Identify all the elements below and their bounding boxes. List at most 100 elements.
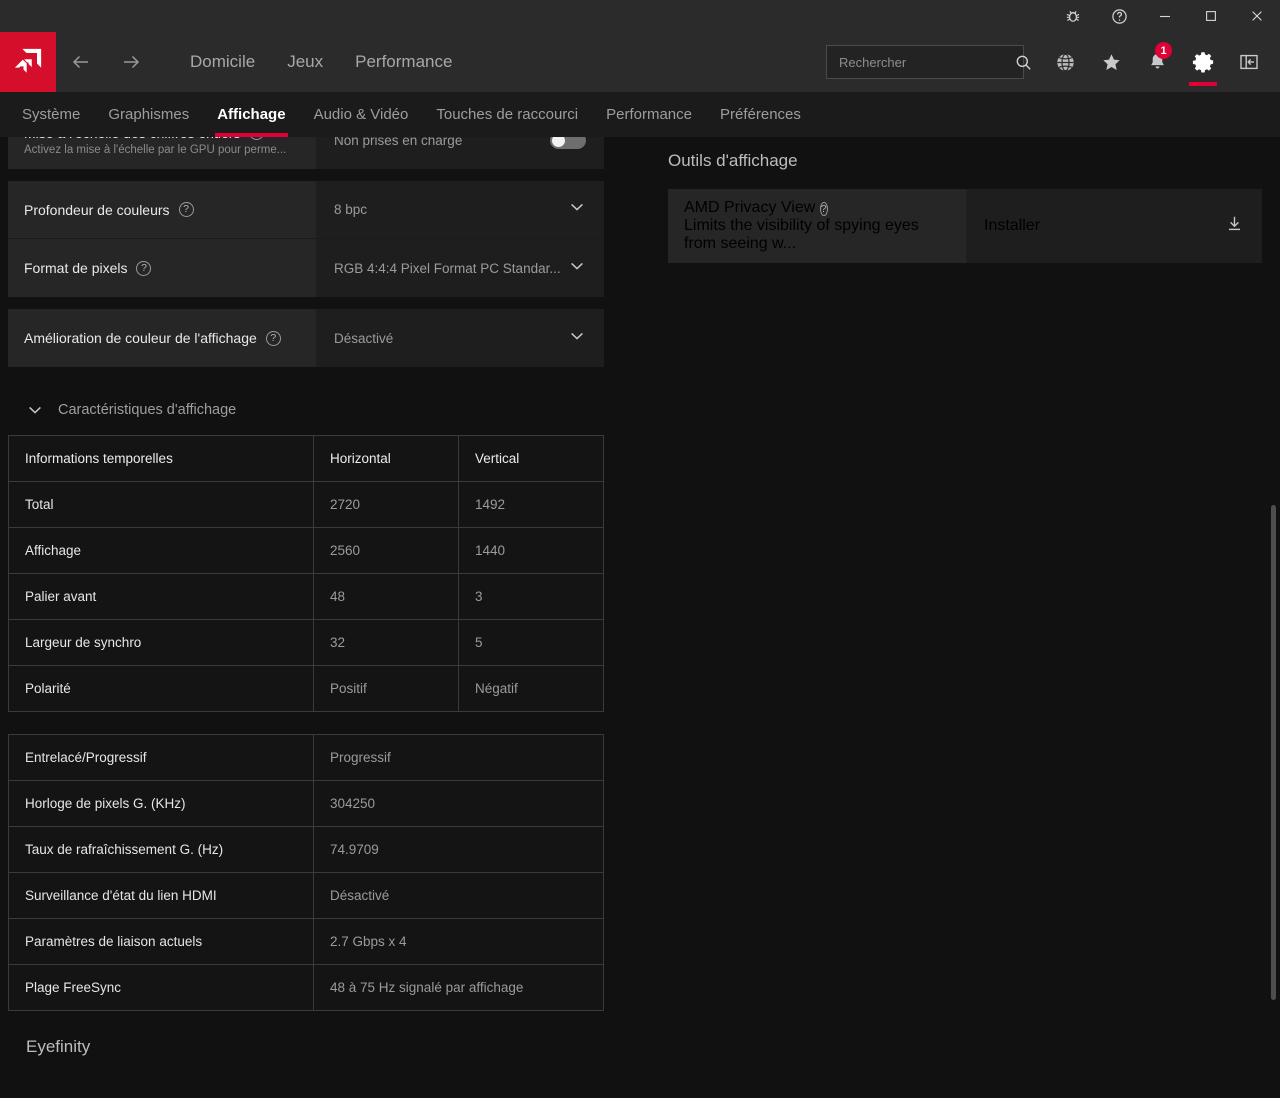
row-label: Polarité bbox=[8, 665, 314, 712]
app-header-actions: 1 bbox=[826, 32, 1280, 92]
right-settings-column: Outils d'affichage AMD Privacy View ? Li… bbox=[668, 137, 1262, 263]
help-icon[interactable]: ? bbox=[819, 202, 828, 216]
table-header-row: Informations temporelles Horizontal Vert… bbox=[8, 435, 604, 482]
tab-audio-video[interactable]: Audio & Vidéo bbox=[300, 92, 423, 137]
row-value: 48 à 75 Hz signalé par affichage bbox=[313, 964, 604, 1011]
help-icon[interactable] bbox=[1096, 0, 1142, 32]
integer-scaling-value: Non prises en charge bbox=[334, 137, 463, 148]
label-line: Mise à l'échelle des chiffres entiers ? bbox=[24, 137, 302, 141]
row-horizontal: 32 bbox=[313, 619, 459, 666]
help-icon[interactable]: ? bbox=[249, 137, 265, 140]
chevron-down-icon[interactable] bbox=[26, 401, 44, 419]
table-row: Paramètres de liaison actuels 2.7 Gbps x… bbox=[8, 918, 604, 965]
integer-scaling-label: Mise à l'échelle des chiffres entiers bbox=[24, 137, 240, 141]
tab-display[interactable]: Affichage bbox=[203, 92, 299, 137]
chevron-down-icon[interactable] bbox=[568, 327, 586, 350]
row-label: Affichage bbox=[8, 527, 314, 574]
table-row: Taux de rafraîchissement G. (Hz) 74.9709 bbox=[8, 826, 604, 873]
color-enhancement-row[interactable]: Amélioration de couleur de l'affichage ?… bbox=[8, 309, 604, 367]
row-horizontal: 48 bbox=[313, 573, 459, 620]
timing-information-table: Informations temporelles Horizontal Vert… bbox=[8, 435, 604, 712]
tab-system[interactable]: Système bbox=[8, 92, 94, 137]
chevron-down-icon[interactable] bbox=[568, 198, 586, 221]
search-input[interactable] bbox=[839, 54, 1015, 70]
settings-content: Mise à l'échelle des chiffres entiers ? … bbox=[0, 137, 1280, 1098]
eyefinity-section-title: Eyefinity bbox=[26, 1037, 91, 1056]
row-value: 74.9709 bbox=[313, 826, 604, 873]
row-label: Plage FreeSync bbox=[8, 964, 314, 1011]
table-row: Surveillance d'état du lien HDMI Désacti… bbox=[8, 872, 604, 919]
color-settings-card: Profondeur de couleurs ? 8 bpc Format de… bbox=[8, 181, 604, 297]
help-icon[interactable]: ? bbox=[178, 202, 194, 217]
integer-scaling-toggle[interactable] bbox=[550, 137, 586, 149]
search-box[interactable] bbox=[826, 45, 1031, 79]
integer-scaling-value-cell[interactable]: Non prises en charge bbox=[316, 137, 604, 169]
privacy-view-description: Limits the visibility of spying eyes fro… bbox=[684, 217, 919, 252]
content-scrollbar-thumb[interactable] bbox=[1271, 505, 1276, 1000]
tab-performance[interactable]: Performance bbox=[592, 92, 706, 137]
row-horizontal: 2720 bbox=[313, 481, 459, 528]
display-details-table: Entrelacé/Progressif Progressif Horloge … bbox=[8, 734, 604, 1011]
row-label: Total bbox=[8, 481, 314, 528]
color-depth-row[interactable]: Profondeur de couleurs ? 8 bpc bbox=[8, 181, 604, 239]
close-icon[interactable] bbox=[1234, 0, 1280, 32]
tab-hotkeys[interactable]: Touches de raccourci bbox=[422, 92, 592, 137]
bug-report-icon[interactable] bbox=[1050, 0, 1096, 32]
color-depth-dropdown[interactable]: 8 bpc bbox=[316, 181, 604, 238]
integer-scaling-card: Mise à l'échelle des chiffres entiers ? … bbox=[8, 137, 604, 169]
row-horizontal: Positif bbox=[313, 665, 459, 712]
chevron-down-icon[interactable] bbox=[568, 257, 586, 280]
table-row: Polarité Positif Négatif bbox=[8, 665, 604, 712]
tab-graphics[interactable]: Graphismes bbox=[94, 92, 203, 137]
notification-badge: 1 bbox=[1155, 42, 1172, 59]
row-value: 2.7 Gbps x 4 bbox=[313, 918, 604, 965]
timing-header-name: Informations temporelles bbox=[8, 435, 314, 482]
topnav-item-games[interactable]: Jeux bbox=[271, 32, 339, 92]
color-enhancement-label: Amélioration de couleur de l'affichage bbox=[24, 330, 257, 346]
topnav-item-performance[interactable]: Performance bbox=[339, 32, 468, 92]
download-icon[interactable] bbox=[1225, 214, 1244, 238]
left-settings-column: Mise à l'échelle des chiffres entiers ? … bbox=[8, 137, 604, 1075]
privacy-view-install-button[interactable]: Installer bbox=[966, 189, 1262, 263]
table-row: Affichage 2560 1440 bbox=[8, 527, 604, 574]
pixel-format-dropdown[interactable]: RGB 4:4:4 Pixel Format PC Standar... bbox=[316, 239, 604, 297]
table-row: Total 2720 1492 bbox=[8, 481, 604, 528]
minimize-icon[interactable] bbox=[1142, 0, 1188, 32]
help-icon[interactable]: ? bbox=[265, 330, 281, 346]
maximize-icon[interactable] bbox=[1188, 0, 1234, 32]
row-value: 304250 bbox=[313, 780, 604, 827]
amd-logo-icon[interactable] bbox=[0, 32, 56, 92]
bell-icon[interactable]: 1 bbox=[1134, 32, 1180, 92]
display-features-expander[interactable]: Caractéristiques d'affichage bbox=[8, 379, 604, 435]
table-row: Horloge de pixels G. (KHz) 304250 bbox=[8, 780, 604, 827]
help-icon[interactable]: ? bbox=[136, 260, 152, 276]
settings-tabbar: Système Graphismes Affichage Audio & Vid… bbox=[0, 92, 1280, 137]
privacy-view-label-cell: AMD Privacy View ? Limits the visibility… bbox=[668, 189, 966, 263]
star-icon[interactable] bbox=[1088, 32, 1134, 92]
globe-icon[interactable] bbox=[1042, 32, 1088, 92]
label-line: Amélioration de couleur de l'affichage ? bbox=[24, 330, 302, 346]
integer-scaling-label-cell: Mise à l'échelle des chiffres entiers ? … bbox=[8, 137, 316, 169]
table-row: Palier avant 48 3 bbox=[8, 573, 604, 620]
top-navigation: Domicile Jeux Performance bbox=[174, 32, 468, 92]
search-icon[interactable] bbox=[1015, 54, 1032, 71]
pixel-format-row[interactable]: Format de pixels ? RGB 4:4:4 Pixel Forma… bbox=[8, 239, 604, 297]
collapse-panel-icon[interactable] bbox=[1226, 32, 1272, 92]
row-value: Désactivé bbox=[313, 872, 604, 919]
color-depth-value: 8 bpc bbox=[334, 202, 368, 217]
color-enhancement-dropdown[interactable]: Désactivé bbox=[316, 309, 604, 367]
color-enhancement-value: Désactivé bbox=[334, 330, 394, 346]
integer-scaling-description: Activez la mise à l'échelle par le GPU p… bbox=[24, 143, 287, 156]
window-titlebar bbox=[0, 0, 1280, 32]
integer-scaling-row[interactable]: Mise à l'échelle des chiffres entiers ? … bbox=[8, 137, 604, 169]
pixel-format-label-cell: Format de pixels ? bbox=[8, 239, 316, 297]
label-line: Format de pixels ? bbox=[24, 260, 302, 276]
back-arrow-icon[interactable] bbox=[56, 32, 106, 92]
privacy-view-action-label: Installer bbox=[984, 217, 1041, 234]
topnav-item-home[interactable]: Domicile bbox=[174, 32, 271, 92]
tab-preferences[interactable]: Préférences bbox=[706, 92, 815, 137]
forward-arrow-icon[interactable] bbox=[106, 32, 156, 92]
table-row: Entrelacé/Progressif Progressif bbox=[8, 734, 604, 781]
app-window: Domicile Jeux Performance Rechercher 1 S… bbox=[0, 0, 1280, 1098]
gear-icon[interactable] bbox=[1180, 32, 1226, 92]
